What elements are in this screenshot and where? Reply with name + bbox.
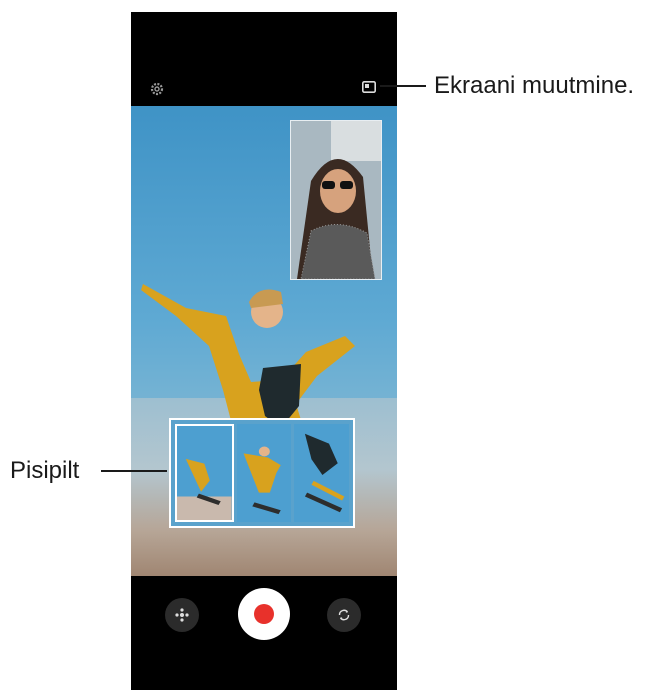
camera-screen [131,12,397,690]
screen-switch-callout-line [380,85,426,87]
thumbnail-image [177,458,232,520]
filter-button[interactable] [165,598,199,632]
bottom-controls [131,576,397,690]
switch-camera-icon [338,609,350,621]
jumping-skateboarder-image [141,284,355,498]
thumbnail-strip[interactable] [169,418,355,528]
camera-viewfinder[interactable] [131,106,397,576]
thumbnail-3[interactable] [294,424,350,522]
settings-button[interactable] [146,78,168,100]
thumbnail-image [243,446,281,515]
thumbnail-callout-line [101,470,167,472]
gear-icon [150,82,164,96]
switch-camera-button[interactable] [327,598,361,632]
filter-icon [175,608,189,622]
screen-switch-callout: Ekraani muutmine. [434,72,635,99]
record-button[interactable] [238,588,290,640]
thumbnail-callout: Pisipilt [10,457,80,484]
record-icon [254,604,274,624]
top-toolbar [131,12,397,106]
thumbnail-1[interactable] [175,424,234,522]
picture-in-picture-icon [362,81,376,93]
thumbnail-image [305,433,345,513]
screen-switch-button[interactable] [360,78,378,96]
selfie-preview[interactable] [290,120,382,280]
thumbnail-2[interactable] [236,424,292,522]
selfie-image [291,121,381,279]
